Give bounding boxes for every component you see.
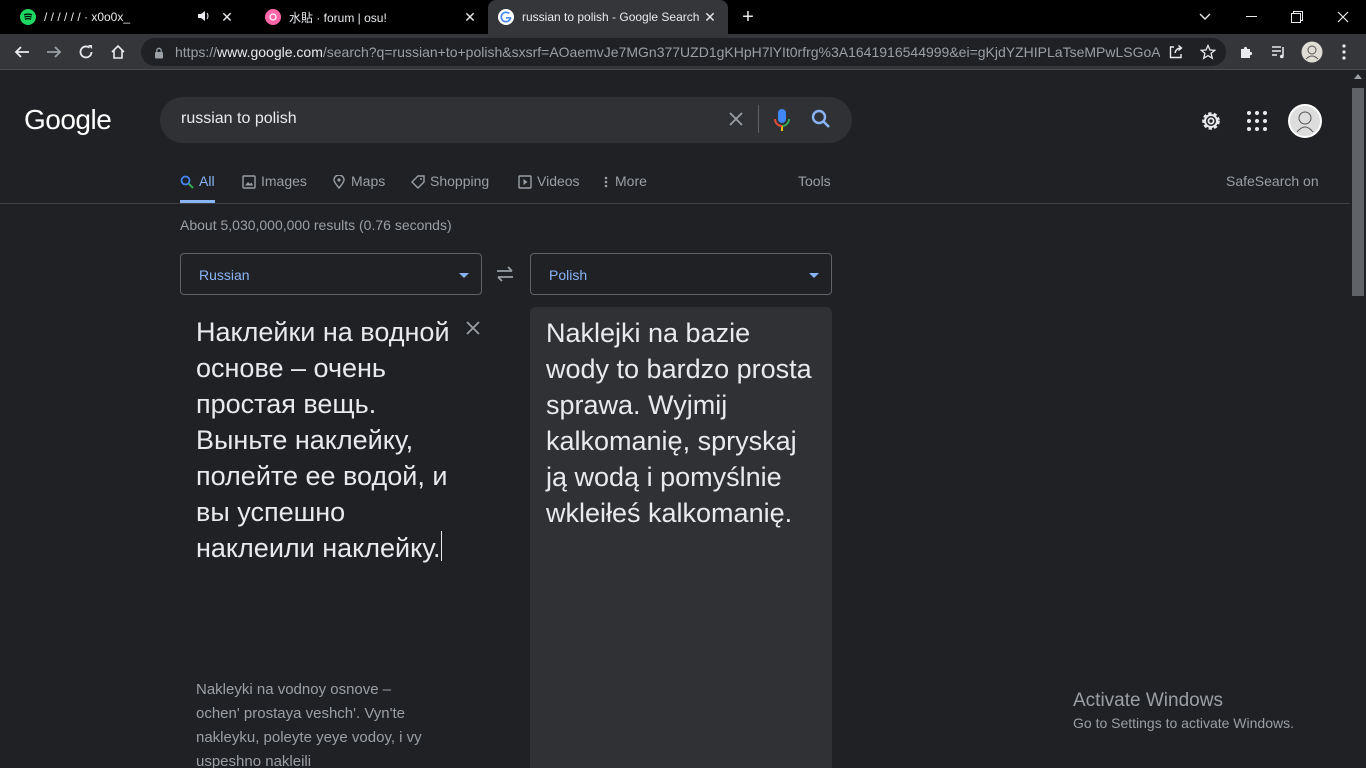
menu-dots-icon[interactable]: [1332, 40, 1356, 64]
translation-output-panel: Naklejki na bazie wody to bardzo prosta …: [530, 307, 832, 768]
search-nav-tabs: All Images Maps Shopping Videos More Too…: [0, 160, 1350, 204]
more-dots-icon: [604, 175, 610, 189]
tab-videos[interactable]: Videos: [518, 173, 580, 203]
video-icon: [518, 175, 532, 189]
spotify-icon: [20, 9, 36, 25]
browser-tab-osu[interactable]: 水貼 · forum | osu! ✕: [245, 0, 488, 34]
settings-gear-icon[interactable]: [1198, 108, 1224, 134]
page-scrollbar[interactable]: [1350, 70, 1366, 768]
caret-down-icon: [809, 273, 819, 278]
tab-maps[interactable]: Maps: [332, 173, 385, 203]
translation-output-text: Naklejki na bazie wody to bardzo prosta …: [546, 318, 812, 528]
tab-title: russian to polish - Google Search: [522, 10, 700, 24]
new-tab-button[interactable]: +: [738, 7, 758, 27]
share-icon[interactable]: [1164, 40, 1188, 64]
search-icon: [180, 175, 194, 189]
map-pin-icon: [332, 174, 346, 190]
tab-more[interactable]: More: [604, 173, 647, 203]
caret-down-icon: [459, 273, 469, 278]
scroll-up-arrow[interactable]: [1354, 74, 1362, 79]
scrollbar-thumb[interactable]: [1352, 88, 1364, 296]
browser-tab-google[interactable]: russian to polish - Google Search ✕: [488, 0, 728, 34]
result-stats: About 5,030,000,000 results (0.76 second…: [180, 217, 452, 233]
target-language-select[interactable]: Polish: [530, 253, 832, 295]
target-language-label: Polish: [549, 267, 588, 283]
extensions-puzzle-icon[interactable]: [1235, 40, 1259, 64]
close-icon[interactable]: ✕: [702, 9, 718, 25]
restore-button[interactable]: [1274, 0, 1320, 34]
google-apps-icon[interactable]: [1245, 109, 1269, 133]
close-icon[interactable]: ✕: [462, 9, 478, 25]
forward-button[interactable]: [42, 40, 66, 64]
back-button[interactable]: [10, 40, 34, 64]
reload-button[interactable]: [74, 40, 98, 64]
clear-icon[interactable]: [724, 107, 748, 131]
search-icon[interactable]: [810, 108, 834, 132]
lock-icon[interactable]: [153, 46, 165, 59]
google-icon: [498, 9, 514, 25]
tab-title: 水貼 · forum | osu!: [289, 10, 387, 25]
transliteration-text: Nakleyki na vodnoy osnove – ochen' prost…: [196, 681, 422, 768]
home-button[interactable]: [106, 40, 130, 64]
browser-tab-spotify[interactable]: / / / / / / · x0o0x_ ✕: [0, 0, 245, 34]
swap-languages-icon[interactable]: [494, 263, 516, 285]
profile-avatar[interactable]: [1300, 40, 1324, 64]
activate-windows-watermark: Activate Windows Go to Settings to activ…: [1073, 689, 1294, 733]
account-avatar[interactable]: [1288, 104, 1322, 138]
url-text: https://www.google.com/search?q=russian+…: [175, 44, 1160, 60]
microphone-icon[interactable]: [772, 107, 792, 133]
image-icon: [242, 175, 256, 189]
media-playlist-icon[interactable]: [1267, 40, 1291, 64]
tab-all[interactable]: All: [180, 173, 215, 203]
browser-tab-strip: / / / / / / · x0o0x_ ✕ 水貼 · forum | osu!…: [0, 0, 1366, 34]
watermark-title: Activate Windows: [1073, 690, 1223, 711]
tab-search-button[interactable]: [1182, 0, 1228, 34]
clear-source-icon[interactable]: [462, 318, 484, 340]
source-language-label: Russian: [199, 267, 250, 283]
watermark-subtitle: Go to Settings to activate Windows.: [1073, 715, 1294, 731]
text-cursor: [440, 531, 442, 561]
address-bar[interactable]: https://www.google.com/search?q=russian+…: [141, 38, 1226, 66]
tab-title: / / / / / / · x0o0x_: [44, 10, 131, 24]
speaker-icon[interactable]: [197, 10, 211, 25]
close-icon[interactable]: ✕: [219, 9, 235, 25]
search-box[interactable]: russian to polish: [160, 97, 852, 143]
search-input[interactable]: russian to polish: [181, 110, 297, 128]
window-close-button[interactable]: [1320, 0, 1366, 34]
search-divider: [758, 105, 759, 133]
safesearch-toggle[interactable]: SafeSearch on: [1226, 173, 1319, 189]
bookmark-star-icon[interactable]: [1196, 40, 1220, 64]
browser-toolbar: https://www.google.com/search?q=russian+…: [0, 34, 1366, 70]
tab-shopping[interactable]: Shopping: [411, 173, 489, 203]
source-text-input[interactable]: Наклейки на водной основе – очень проста…: [196, 314, 456, 566]
google-logo[interactable]: Google: [24, 104, 112, 136]
tag-icon: [411, 175, 425, 189]
osu-icon: [265, 9, 281, 25]
source-language-select[interactable]: Russian: [180, 253, 482, 295]
tools-button[interactable]: Tools: [798, 173, 831, 189]
minimize-button[interactable]: [1228, 0, 1274, 34]
tab-images[interactable]: Images: [242, 173, 307, 203]
